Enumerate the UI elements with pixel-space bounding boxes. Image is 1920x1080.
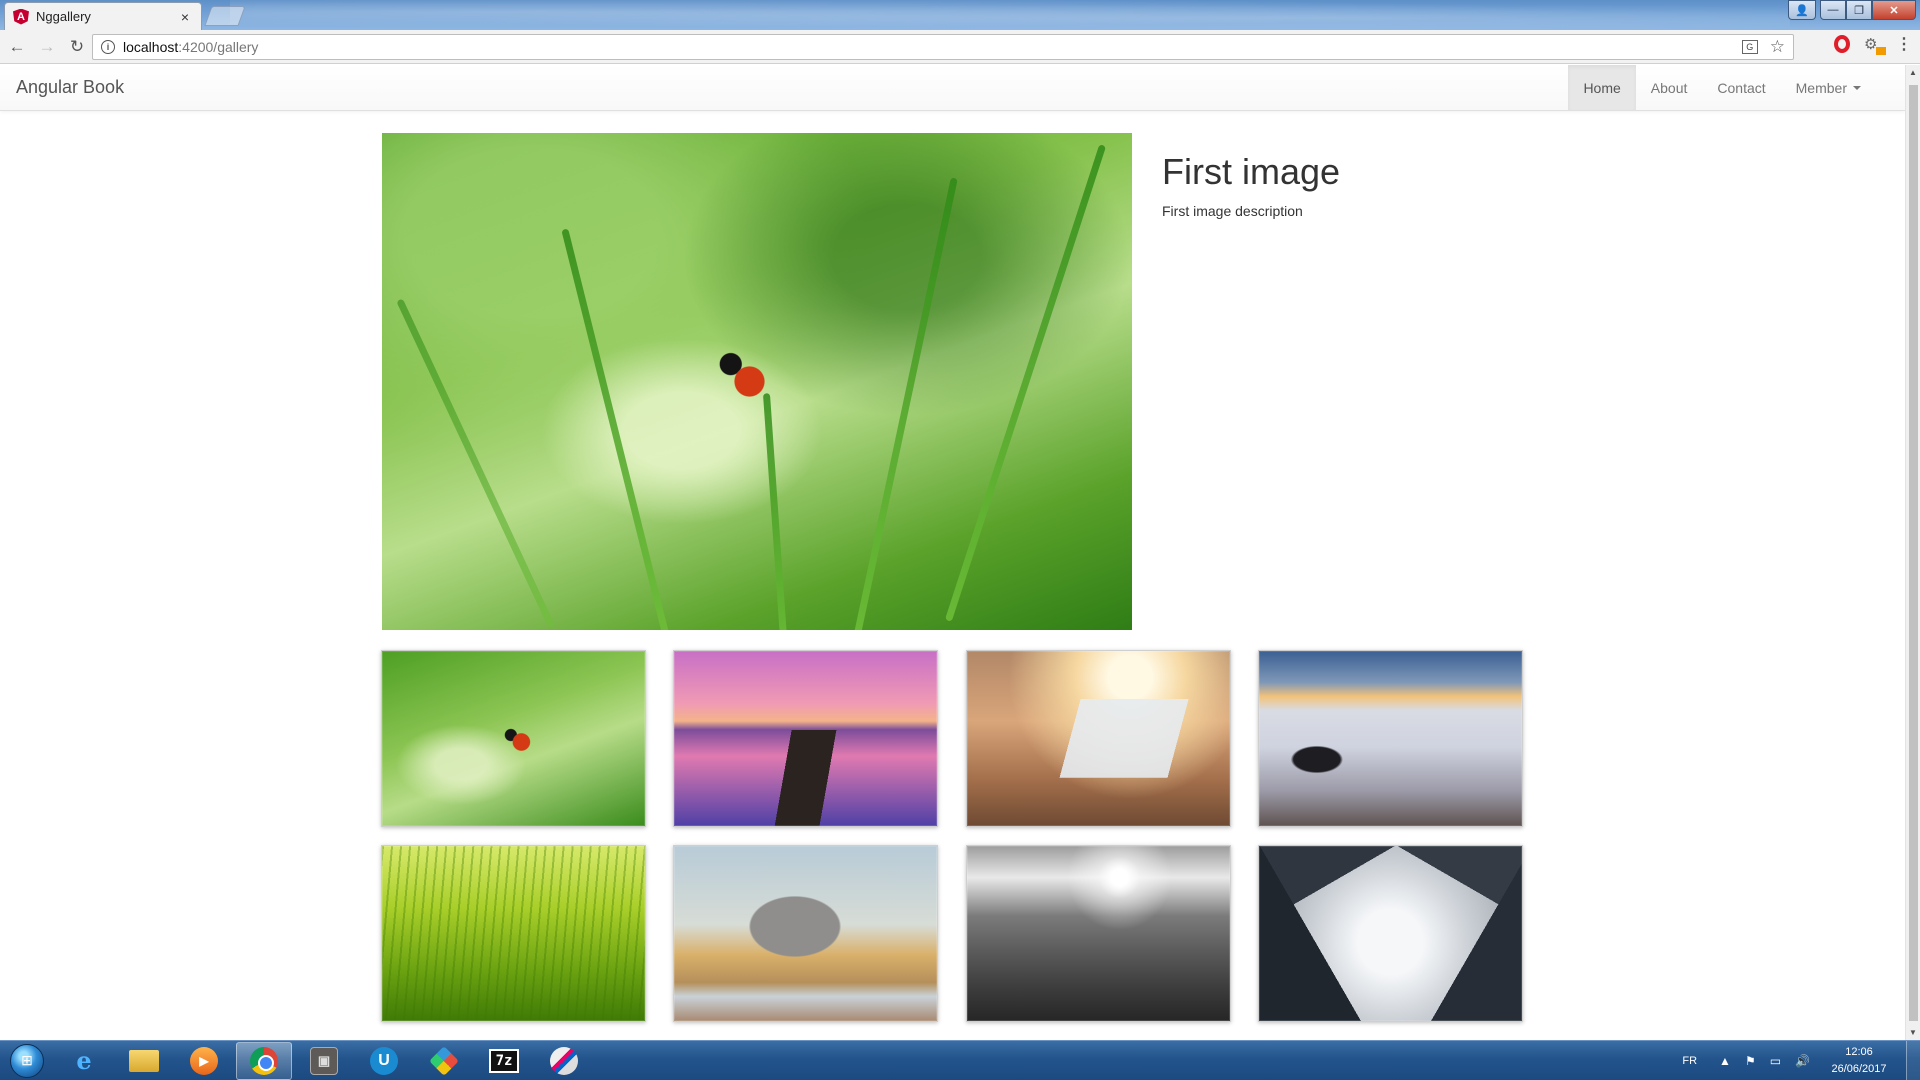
url-path: :4200/gallery (178, 39, 259, 55)
selected-image-description: First image description (1162, 203, 1303, 219)
opera-icon[interactable] (1834, 35, 1850, 53)
nav-about[interactable]: About (1636, 65, 1703, 110)
extension-icon[interactable]: ⚙ (1864, 35, 1886, 55)
address-bar[interactable]: i localhost:4200/gallery G ☆ (92, 34, 1794, 60)
windows-taskbar: ⊞ e ▶ ▣ U 7z FR ▲ ⚑ ▭ 🔊 12:06 26/06/2017 (0, 1040, 1920, 1080)
user-profile-icon[interactable]: 👤 (1788, 0, 1816, 20)
translate-icon[interactable]: G (1741, 40, 1758, 54)
taskbar-internet-explorer[interactable]: e (56, 1042, 112, 1080)
grass-blade (853, 177, 958, 630)
thumbnail-clouds[interactable] (1258, 650, 1523, 827)
browser-title-bar: A Nggallery × 👤 — ❐ ✕ (0, 0, 1920, 30)
start-button[interactable]: ⊞ (10, 1043, 44, 1078)
taskbar-file-explorer[interactable] (116, 1042, 172, 1080)
grass-blade (396, 298, 555, 628)
page-viewport: Angular Book Home About Contact Member F… (0, 65, 1905, 1040)
scroll-up-arrow-icon[interactable]: ▲ (1906, 65, 1920, 80)
extension-badge (1876, 47, 1886, 55)
virtualbox-icon: ▣ (310, 1046, 338, 1075)
thumbnail-mountain[interactable] (966, 845, 1231, 1022)
maximize-button[interactable]: ❐ (1846, 0, 1872, 20)
reload-icon[interactable]: ↻ (64, 34, 90, 60)
tab-nggallery[interactable]: A Nggallery × (4, 2, 202, 30)
navbar-links: Home About Contact Member (1568, 65, 1876, 110)
grass-blade (944, 144, 1107, 622)
taskbar-kite[interactable] (416, 1042, 472, 1080)
tab-close-icon[interactable]: × (177, 9, 193, 25)
new-tab-button[interactable] (204, 6, 246, 26)
taskbar-virtualbox[interactable]: ▣ (296, 1042, 352, 1080)
thumbnail-ladybug[interactable] (381, 650, 646, 827)
chrome-icon (250, 1046, 278, 1075)
nav-member-dropdown[interactable]: Member (1781, 65, 1876, 110)
nav-contact[interactable]: Contact (1702, 65, 1780, 110)
selected-image (382, 133, 1132, 630)
taskbar-7zip[interactable]: 7z (476, 1042, 532, 1080)
paint-icon (550, 1046, 578, 1075)
thumbnail-buildings[interactable] (1258, 845, 1523, 1022)
thumbnail-grass[interactable] (381, 845, 646, 1022)
clock-date: 26/06/2017 (1831, 1062, 1887, 1075)
tab-title: Nggallery (36, 9, 91, 24)
page-scrollbar[interactable]: ▲ ▼ (1905, 65, 1920, 1040)
clock-time: 12:06 (1845, 1045, 1873, 1058)
show-desktop-button[interactable] (1906, 1040, 1920, 1080)
selected-image-title: First image (1162, 151, 1341, 192)
media-player-icon: ▶ (190, 1046, 218, 1075)
minimize-button[interactable]: — (1820, 0, 1846, 20)
thumbnail-pier[interactable] (673, 650, 938, 827)
info-icon[interactable]: i (101, 40, 115, 54)
action-center-flag-icon[interactable]: ⚑ (1745, 1054, 1756, 1068)
grass-blade (762, 393, 789, 630)
navbar-brand[interactable]: Angular Book (16, 77, 124, 98)
forward-icon[interactable]: → (34, 34, 60, 60)
file-explorer-icon (129, 1049, 159, 1072)
show-hidden-icons-icon[interactable]: ▲ (1719, 1054, 1731, 1068)
taskbar-ultraedit[interactable]: U (356, 1042, 412, 1080)
browser-toolbar: ← → ↻ i localhost:4200/gallery G ☆ ⚙ ⋮ (0, 30, 1920, 64)
clock[interactable]: 12:06 26/06/2017 (1824, 1044, 1894, 1078)
grass-blade (561, 228, 670, 630)
back-icon[interactable]: ← (4, 34, 30, 60)
app-navbar: Angular Book Home About Contact Member (0, 65, 1905, 111)
network-icon[interactable]: ▭ (1770, 1054, 1781, 1068)
language-indicator[interactable]: FR (1682, 1055, 1697, 1067)
thumbnail-phone[interactable] (966, 650, 1231, 827)
taskbar-chrome[interactable] (236, 1041, 292, 1080)
system-tray: FR ▲ ⚑ ▭ 🔊 12:06 26/06/2017 (1682, 1040, 1920, 1080)
internet-explorer-icon: e (76, 1046, 92, 1075)
menu-icon[interactable]: ⋮ (1896, 34, 1912, 54)
close-window-button[interactable]: ✕ (1872, 0, 1916, 20)
thumbnail-elephant[interactable] (673, 845, 938, 1022)
volume-icon[interactable]: 🔊 (1795, 1054, 1810, 1068)
scroll-thumb[interactable] (1909, 85, 1918, 1021)
caret-down-icon (1853, 85, 1861, 90)
window-controls: 👤 — ❐ ✕ (1788, 0, 1916, 20)
scroll-down-arrow-icon[interactable]: ▼ (1906, 1025, 1920, 1040)
taskbar-media-player[interactable]: ▶ (176, 1042, 232, 1080)
kite-icon (429, 1045, 459, 1076)
url-host: localhost (123, 39, 179, 55)
nav-home[interactable]: Home (1568, 65, 1636, 110)
7zip-icon: 7z (489, 1048, 519, 1073)
star-icon[interactable]: ☆ (1770, 37, 1785, 57)
ultraedit-icon: U (370, 1046, 398, 1075)
taskbar-paint[interactable] (536, 1042, 592, 1080)
nav-member-label: Member (1795, 79, 1847, 96)
angular-favicon-icon: A (13, 8, 29, 25)
